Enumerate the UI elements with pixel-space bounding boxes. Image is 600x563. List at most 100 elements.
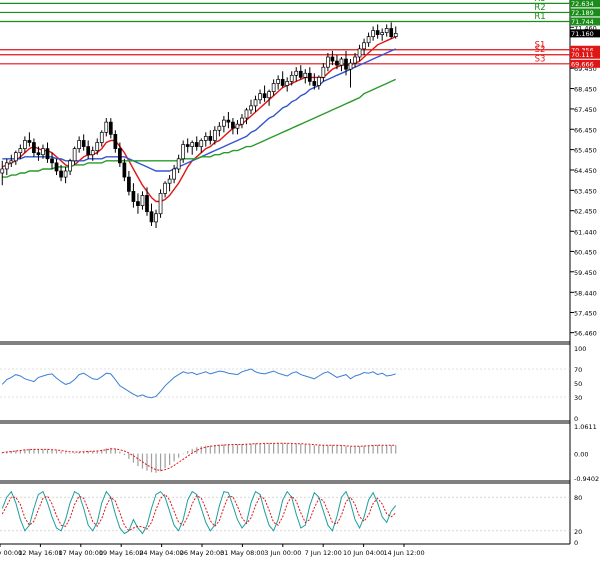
trading-chart: 56.460 57.450 58.440 59.450 60.450 61.440 62.4… — [0, 0, 600, 559]
y-tick-label: 61.440 — [574, 228, 597, 236]
candle-body — [389, 28, 394, 37]
candle-body — [149, 211, 154, 223]
candle-body — [59, 170, 63, 178]
candle-body — [326, 56, 330, 68]
candle-body — [371, 30, 375, 37]
candle-body — [226, 119, 231, 123]
rsi-tick-label: 70 — [574, 366, 582, 374]
chart-root: 56.460 57.450 58.440 59.450 60.450 61.440 62.4… — [0, 0, 600, 559]
candle-body — [9, 160, 14, 164]
candle-body — [307, 72, 312, 82]
candle-body — [36, 152, 41, 156]
stoch-tick-label: 80 — [574, 494, 582, 502]
candle-body — [185, 144, 190, 147]
candle-body — [262, 93, 267, 99]
candle-body — [380, 32, 385, 35]
candle-body — [54, 162, 59, 172]
level-price-r3: 72.634 — [571, 0, 594, 8]
candle-body — [167, 178, 172, 184]
candle-body — [271, 83, 276, 92]
y-tick-label: 59.450 — [574, 269, 597, 277]
candle-body — [203, 136, 208, 141]
candle-body — [81, 140, 86, 147]
candle-body — [140, 195, 145, 206]
rsi-tick-label: 50 — [574, 380, 582, 388]
rsi-tick-label: 100 — [574, 345, 586, 353]
y-tick-label: 66.450 — [574, 126, 597, 134]
x-tick-label: 7 Jun 12:00 — [305, 549, 342, 557]
candle-body — [231, 121, 235, 129]
candle-body — [375, 30, 380, 35]
candle-body — [176, 158, 181, 170]
candle-body — [158, 193, 163, 215]
rsi-tick-label: 30 — [574, 394, 582, 402]
candle-body — [145, 195, 149, 213]
level-price-r2: 72.189 — [571, 9, 594, 17]
candle-body — [276, 79, 280, 84]
candle-body — [330, 56, 335, 62]
candle-body — [258, 93, 262, 101]
candle-body — [249, 105, 253, 111]
candle-body — [45, 148, 50, 160]
candle-body — [63, 170, 68, 178]
candle-body — [235, 123, 240, 129]
candle-body — [32, 142, 36, 154]
candle-body — [108, 121, 113, 135]
candle-body — [86, 146, 91, 156]
candle-body — [303, 72, 308, 78]
y-tick-label: 67.450 — [574, 106, 597, 114]
candle-body — [362, 42, 366, 50]
candle-body — [104, 121, 109, 133]
candle-body — [154, 213, 158, 223]
x-tick-label: 10 Jun 04:00 — [343, 549, 384, 557]
candle-body — [90, 150, 95, 156]
candle-body — [190, 142, 195, 147]
level-name-r1: R1 — [534, 12, 545, 22]
y-tick-label: 63.450 — [574, 187, 597, 195]
candle-body — [181, 144, 186, 160]
candle-body — [199, 140, 204, 147]
candle-body — [172, 168, 176, 180]
candle-body — [353, 56, 357, 64]
candle-body — [344, 58, 348, 70]
candle-body — [77, 140, 81, 149]
candle-body — [27, 140, 32, 143]
y-tick-label: 64.450 — [574, 167, 597, 175]
candle-body — [393, 33, 398, 37]
y-tick-label: 62.450 — [574, 208, 597, 216]
candle-body — [113, 134, 118, 149]
candle-body — [317, 77, 321, 86]
candle-body — [294, 70, 299, 76]
rsi-tick-label: 0 — [574, 415, 578, 423]
candle-body — [99, 131, 104, 143]
candle-body — [163, 182, 167, 194]
candle-body — [122, 162, 127, 178]
macd-tick-label: 1.0611 — [574, 423, 597, 431]
y-tick-label: 60.450 — [574, 248, 597, 256]
candle-body — [127, 176, 131, 192]
candle-body — [136, 201, 140, 206]
y-tick-label: 65.450 — [574, 147, 597, 155]
y-tick-label: 57.450 — [574, 309, 597, 317]
candle-body — [289, 74, 294, 82]
x-tick-label: 31 May 08:00 — [220, 549, 265, 557]
candle-body — [357, 48, 362, 58]
candle-body — [312, 81, 317, 86]
candle-body — [348, 62, 353, 70]
candle-body — [212, 129, 217, 141]
candle-body — [0, 168, 5, 174]
candle-body — [23, 140, 27, 149]
candle-body — [240, 117, 244, 125]
candle-body — [18, 148, 23, 154]
level-price-s3: 69.666 — [571, 60, 594, 68]
candle-body — [280, 79, 285, 86]
candle-body — [131, 191, 136, 202]
candle-body — [68, 160, 72, 172]
candle-body — [118, 148, 122, 164]
x-tick-label: 19 May 16:00 — [99, 549, 144, 557]
candle-body — [41, 148, 45, 156]
y-tick-label: 58.440 — [574, 289, 597, 297]
candle-body — [217, 125, 222, 131]
candle-body — [72, 148, 77, 162]
candle-body — [285, 81, 290, 86]
